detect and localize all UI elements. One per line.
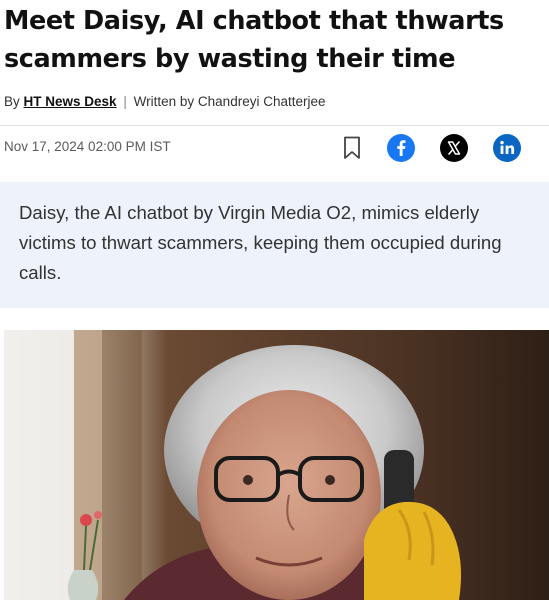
byline-by-prefix: By [4,94,20,109]
written-by-prefix: Written by [133,94,195,109]
byline: By HT News Desk | Written by Chandreyi C… [4,94,326,109]
divider [0,125,549,126]
bookmark-icon [344,136,360,159]
facebook-icon [397,140,406,156]
bookmark-button[interactable] [341,134,363,162]
linkedin-share-button[interactable] [493,134,521,162]
article-summary-box: Daisy, the AI chatbot by Virgin Media O2… [0,182,549,308]
x-share-button[interactable] [440,134,468,162]
byline-separator: | [123,94,127,109]
x-icon [447,141,461,155]
desk-link[interactable]: HT News Desk [24,94,117,109]
facebook-share-button[interactable] [387,134,415,162]
article-summary: Daisy, the AI chatbot by Virgin Media O2… [19,202,502,283]
hero-image [4,330,549,600]
linkedin-icon [500,140,515,154]
hero-photo [4,330,549,600]
author-name: Chandreyi Chatterjee [197,94,326,109]
article-headline: Meet Daisy, AI chatbot that thwarts scam… [4,6,504,74]
publish-date: Nov 17, 2024 02:00 PM IST [4,139,171,154]
